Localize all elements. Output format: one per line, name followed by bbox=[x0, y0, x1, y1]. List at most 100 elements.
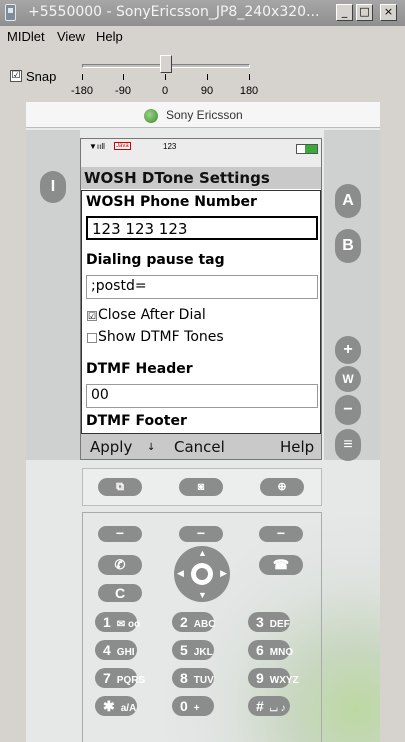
phone-screen: ▼ııll Java 123 WOSH DTone Settings WOSH … bbox=[80, 138, 322, 460]
close-after-dial-label: Close After Dial bbox=[98, 307, 206, 323]
key-star-main: ✱ bbox=[103, 698, 115, 714]
help-softkey[interactable]: Help bbox=[280, 438, 314, 456]
key-star[interactable]: ✱ a/A bbox=[95, 696, 137, 716]
key-6-sub: MNO bbox=[269, 647, 294, 658]
show-dtmf-checkbox[interactable] bbox=[87, 333, 97, 343]
status-number: 123 bbox=[163, 142, 177, 151]
signal-icon: ▼ııll bbox=[89, 142, 105, 151]
camera-slider-button[interactable]: ≡ bbox=[335, 429, 361, 461]
phone-number-field[interactable]: 123 123 123 bbox=[86, 216, 318, 240]
pause-tag-field[interactable]: ;postd= bbox=[86, 275, 318, 299]
tick-label: 90 bbox=[200, 85, 214, 97]
key-hash-sub: ⌴ ♪ bbox=[269, 703, 286, 714]
key-2-sub: ABC bbox=[193, 619, 216, 630]
key-8[interactable]: 8 TUV bbox=[172, 668, 214, 688]
navigation-dpad[interactable]: ▲ ▼ ◀ ▶ bbox=[174, 546, 230, 602]
key-1[interactable]: 1 ✉ oo bbox=[95, 612, 140, 632]
key-7-main: 7 bbox=[103, 670, 111, 686]
show-dtmf-label: Show DTMF Tones bbox=[98, 329, 224, 345]
key-7-sub: PQRS bbox=[116, 675, 146, 686]
a-button[interactable]: A bbox=[335, 184, 361, 218]
close-after-dial-checkbox[interactable]: ☑ bbox=[87, 311, 97, 321]
tick-label: -90 bbox=[115, 85, 131, 97]
menu-help[interactable]: Help bbox=[96, 29, 123, 44]
settings-form: WOSH Phone Number 123 123 123 Dialing pa… bbox=[81, 190, 321, 434]
key-3[interactable]: 3 DEF bbox=[248, 612, 290, 632]
key-5-sub: JKL bbox=[193, 647, 213, 658]
battery-icon bbox=[296, 144, 318, 154]
key-hash-main: # bbox=[256, 698, 264, 714]
end-call-button[interactable]: ☎ bbox=[259, 555, 303, 575]
activity-menu-button[interactable]: ⧉ bbox=[98, 478, 142, 496]
right-softkey-button[interactable]: − bbox=[259, 526, 303, 542]
tick-label: 180 bbox=[239, 85, 259, 97]
pause-tag-label: Dialing pause tag bbox=[86, 252, 225, 268]
brand-name: Sony Ericsson bbox=[166, 108, 243, 122]
sony-ericsson-logo-icon bbox=[144, 109, 158, 123]
maximize-button[interactable]: □ bbox=[356, 4, 373, 21]
key-9[interactable]: 9 WXYZ bbox=[248, 668, 299, 688]
left-arrow-icon[interactable]: ◀ bbox=[177, 568, 184, 579]
key-4[interactable]: 4 GHI bbox=[95, 640, 137, 660]
key-6[interactable]: 6 MNO bbox=[248, 640, 294, 660]
window-title: +5550000 - SonyEricsson_JP8_240x320... bbox=[28, 4, 320, 20]
camera-button[interactable]: ◙ bbox=[179, 478, 223, 496]
slider-ticks bbox=[80, 74, 252, 82]
screen-title: WOSH DTone Settings bbox=[81, 167, 321, 189]
snap-checkbox[interactable]: ☑ bbox=[10, 70, 22, 82]
softkey-bar: Apply ↓ Cancel Help bbox=[81, 434, 321, 459]
window-titlebar: +5550000 - SonyEricsson_JP8_240x320... _… bbox=[0, 0, 405, 26]
key-7[interactable]: 7 PQRS bbox=[95, 668, 145, 688]
menu-midlet[interactable]: MIDlet bbox=[7, 29, 45, 44]
key-5[interactable]: 5 JKL bbox=[172, 640, 214, 660]
minimize-button[interactable]: _ bbox=[336, 4, 353, 21]
close-button[interactable]: × bbox=[380, 4, 397, 21]
key-2[interactable]: 2 ABC bbox=[172, 612, 216, 632]
key-hash[interactable]: # ⌴ ♪ bbox=[248, 696, 290, 716]
java-icon: Java bbox=[114, 142, 131, 150]
internet-globe-button[interactable]: ⊕ bbox=[260, 478, 304, 496]
status-bar: ▼ııll Java 123 bbox=[81, 139, 321, 167]
power-button[interactable]: I bbox=[40, 171, 66, 203]
key-0[interactable]: 0 + bbox=[172, 696, 214, 716]
left-softkey-button[interactable]: − bbox=[98, 526, 142, 542]
menubar: MIDlet View Help bbox=[0, 26, 405, 46]
key-2-main: 2 bbox=[180, 614, 188, 630]
tick-label: -180 bbox=[70, 85, 94, 97]
phone-number-label: WOSH Phone Number bbox=[86, 194, 257, 210]
clear-button[interactable]: C bbox=[98, 584, 142, 602]
tick-mark bbox=[82, 74, 83, 80]
phone-app-icon bbox=[5, 4, 16, 21]
key-9-sub: WXYZ bbox=[269, 675, 299, 686]
dtmf-header-field[interactable]: 00 bbox=[86, 384, 318, 408]
down-arrow-icon[interactable]: ▼ bbox=[198, 590, 207, 600]
key-8-sub: TUV bbox=[193, 675, 214, 686]
scroll-down-icon: ↓ bbox=[147, 442, 156, 453]
right-arrow-icon[interactable]: ▶ bbox=[220, 568, 227, 579]
select-center-button[interactable] bbox=[191, 563, 213, 585]
up-arrow-icon[interactable]: ▲ bbox=[198, 548, 207, 558]
call-button[interactable]: ✆ bbox=[98, 555, 142, 575]
key-8-main: 8 bbox=[180, 670, 188, 686]
menu-view[interactable]: View bbox=[57, 29, 85, 44]
walkman-button[interactable]: W bbox=[335, 366, 361, 392]
key-star-sub: a/A bbox=[120, 703, 137, 714]
key-0-main: 0 bbox=[180, 698, 188, 714]
volume-up-button[interactable]: + bbox=[335, 336, 361, 364]
tick-mark bbox=[123, 74, 124, 80]
key-6-main: 6 bbox=[256, 642, 264, 658]
tick-mark bbox=[165, 74, 166, 80]
rotation-slider-thumb[interactable] bbox=[160, 55, 172, 73]
key-3-sub: DEF bbox=[269, 619, 290, 630]
volume-down-button[interactable]: − bbox=[335, 395, 361, 425]
key-3-main: 3 bbox=[256, 614, 264, 630]
key-0-sub: + bbox=[193, 703, 200, 714]
apply-softkey[interactable]: Apply bbox=[90, 438, 132, 456]
middle-softkey-button[interactable]: − bbox=[179, 526, 223, 542]
snap-label: Snap bbox=[26, 69, 57, 84]
key-4-sub: GHI bbox=[116, 647, 135, 658]
cancel-softkey[interactable]: Cancel bbox=[174, 438, 225, 456]
key-9-main: 9 bbox=[256, 670, 264, 686]
b-button[interactable]: B bbox=[335, 229, 361, 263]
tick-mark bbox=[207, 74, 208, 80]
